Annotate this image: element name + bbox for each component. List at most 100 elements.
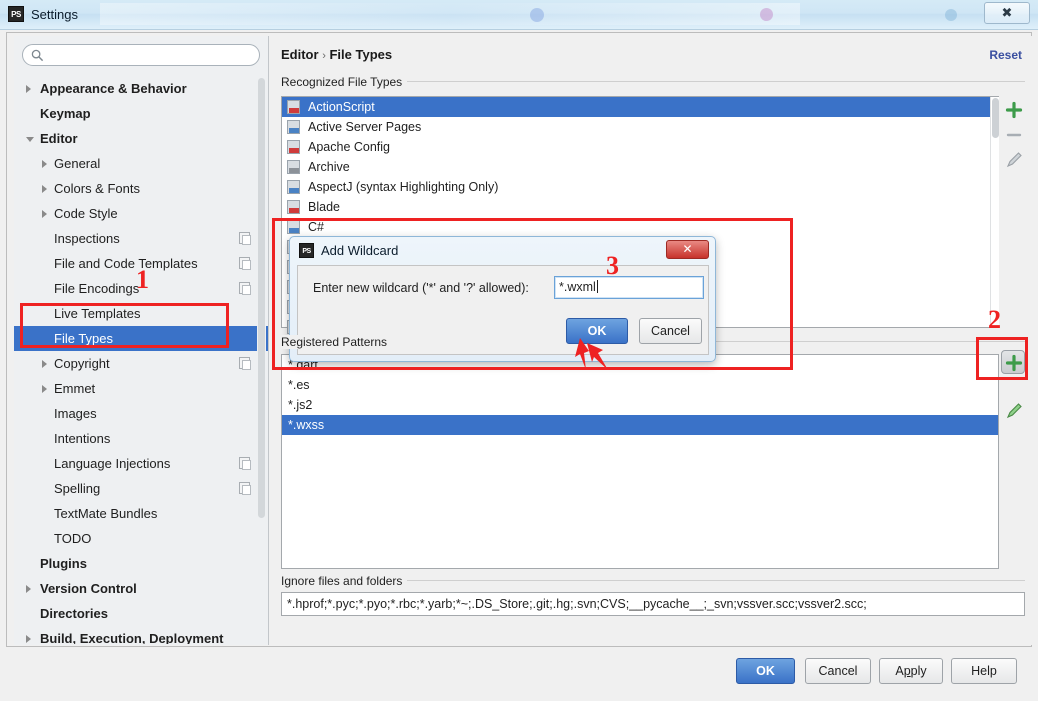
- apply-button[interactable]: Apply: [879, 658, 943, 684]
- cancel-button[interactable]: Cancel: [805, 658, 871, 684]
- sidebar-item-label: Keymap: [40, 106, 91, 121]
- edit-pattern-button[interactable]: [1002, 399, 1026, 423]
- section-divider: [400, 81, 1025, 82]
- pattern-row[interactable]: *.es: [282, 375, 998, 395]
- sidebar-item-keymap[interactable]: Keymap: [14, 101, 268, 126]
- ignore-files-input[interactable]: *.hprof;*.pyc;*.pyo;*.rbc;*.yarb;*~;.DS_…: [281, 592, 1025, 616]
- pattern-row[interactable]: *.js2: [282, 395, 998, 415]
- modal-cancel-button[interactable]: Cancel: [639, 318, 702, 344]
- sidebar-item-label: Language Injections: [54, 456, 171, 471]
- file-type-row[interactable]: Active Server Pages: [282, 117, 998, 137]
- chevron-right-icon[interactable]: [42, 385, 47, 393]
- registered-patterns-list[interactable]: *.dart *.es *.js2 *.wxss: [281, 354, 999, 569]
- sidebar-item-appearance-behavior[interactable]: Appearance & Behavior: [14, 76, 268, 101]
- chevron-right-icon[interactable]: [42, 185, 47, 193]
- sidebar-item-editor[interactable]: Editor: [14, 126, 268, 151]
- sidebar-item-directories[interactable]: Directories: [14, 601, 268, 626]
- apply-label-mnemonic: p: [903, 664, 911, 678]
- help-button[interactable]: Help: [951, 658, 1017, 684]
- file-type-name: Archive: [308, 160, 350, 174]
- modal-ok-button[interactable]: OK: [566, 318, 628, 344]
- settings-tree[interactable]: Appearance & Behavior Keymap Editor General…: [14, 76, 268, 644]
- copy-settings-icon[interactable]: [239, 257, 251, 270]
- sidebar-item-file-types[interactable]: File Types: [14, 326, 268, 351]
- sidebar-item-todo[interactable]: TODO: [14, 526, 268, 551]
- registered-patterns-label: Registered Patterns: [281, 335, 393, 349]
- sidebar-item-label: Images: [54, 406, 97, 421]
- sidebar-item-label: Intentions: [54, 431, 111, 446]
- search-input[interactable]: [22, 44, 260, 66]
- file-type-icon: [287, 160, 300, 174]
- window-close-button[interactable]: ✖: [984, 2, 1030, 24]
- sidebar-item-build-execution-deployment[interactable]: Build, Execution, Deployment: [14, 626, 268, 644]
- ok-button[interactable]: OK: [736, 658, 795, 684]
- copy-settings-icon[interactable]: [239, 482, 251, 495]
- modal-close-button[interactable]: ✕: [666, 240, 709, 259]
- ignore-files-label: Ignore files and folders: [281, 574, 408, 588]
- chevron-right-icon[interactable]: [26, 635, 31, 643]
- add-pattern-button[interactable]: [1001, 350, 1025, 374]
- sidebar-item-label: Colors & Fonts: [54, 181, 140, 196]
- pattern-name: *.js2: [288, 398, 313, 412]
- chevron-right-icon[interactable]: [42, 160, 47, 168]
- sidebar-item-label: TODO: [54, 531, 92, 546]
- file-type-icon: [287, 100, 300, 114]
- modal-titlebar: PS Add Wildcard ✕: [290, 237, 715, 263]
- copy-settings-icon[interactable]: [239, 357, 251, 370]
- pattern-name: *.wxss: [288, 418, 325, 432]
- file-type-row[interactable]: Apache Config: [282, 137, 998, 157]
- chevron-right-icon[interactable]: [42, 360, 47, 368]
- remove-file-type-button[interactable]: [1002, 123, 1026, 147]
- window-title: Settings: [31, 7, 78, 22]
- minus-icon: [1006, 133, 1022, 137]
- copy-settings-icon[interactable]: [239, 232, 251, 245]
- sidebar-item-copyright[interactable]: Copyright: [14, 351, 268, 376]
- sidebar-item-label: Version Control: [40, 581, 137, 596]
- file-type-row[interactable]: Blade: [282, 197, 998, 217]
- sidebar-item-images[interactable]: Images: [14, 401, 268, 426]
- sidebar-item-label: Spelling: [54, 481, 101, 496]
- sidebar-item-live-templates[interactable]: Live Templates: [14, 301, 268, 326]
- sidebar-item-spelling[interactable]: Spelling: [14, 476, 268, 501]
- sidebar-item-textmate-bundles[interactable]: TextMate Bundles: [14, 501, 268, 526]
- file-type-icon: [287, 180, 300, 194]
- file-type-row[interactable]: ActionScript: [282, 97, 998, 117]
- chevron-right-icon[interactable]: [42, 210, 47, 218]
- chevron-right-icon[interactable]: [26, 85, 31, 93]
- sidebar-scrollbar[interactable]: [257, 78, 266, 638]
- file-type-row[interactable]: AspectJ (syntax Highlighting Only): [282, 177, 998, 197]
- titlebar-blob: [760, 8, 773, 21]
- sidebar-item-emmet[interactable]: Emmet: [14, 376, 268, 401]
- sidebar-item-label: File Types: [54, 331, 114, 346]
- file-type-name: Active Server Pages: [308, 120, 422, 134]
- sidebar-item-general[interactable]: General: [14, 151, 268, 176]
- sidebar-item-intentions[interactable]: Intentions: [14, 426, 268, 451]
- titlebar-blob: [530, 8, 544, 22]
- copy-settings-icon[interactable]: [239, 282, 251, 295]
- wildcard-input[interactable]: *.wxml: [554, 276, 704, 299]
- modal-title: Add Wildcard: [321, 243, 399, 258]
- sidebar-item-code-style[interactable]: Code Style: [14, 201, 268, 226]
- pattern-row[interactable]: *.wxss: [282, 415, 998, 435]
- file-type-name: ActionScript: [308, 100, 375, 114]
- sidebar-item-label: Plugins: [40, 556, 87, 571]
- file-type-row[interactable]: C#: [282, 217, 998, 237]
- sidebar-item-colors-fonts[interactable]: Colors & Fonts: [14, 176, 268, 201]
- chevron-down-icon[interactable]: [26, 137, 34, 142]
- add-file-type-button[interactable]: [1002, 98, 1026, 122]
- text-caret: [596, 280, 598, 293]
- file-type-row[interactable]: Archive: [282, 157, 998, 177]
- sidebar-item-version-control[interactable]: Version Control: [14, 576, 268, 601]
- modal-app-icon: PS: [299, 243, 314, 258]
- edit-file-type-button[interactable]: [1002, 148, 1026, 172]
- copy-settings-icon[interactable]: [239, 457, 251, 470]
- sidebar-item-plugins[interactable]: Plugins: [14, 551, 268, 576]
- sidebar-item-language-injections[interactable]: Language Injections: [14, 451, 268, 476]
- reset-link[interactable]: Reset: [989, 48, 1022, 62]
- sidebar-item-inspections[interactable]: Inspections: [14, 226, 268, 251]
- chevron-right-icon[interactable]: [26, 585, 31, 593]
- breadcrumb-root[interactable]: Editor: [281, 47, 319, 62]
- file-type-name: Apache Config: [308, 140, 391, 154]
- settings-window: PS Settings ✖ Appearance & Behavior Keyma…: [0, 0, 1038, 701]
- file-types-scrollbar[interactable]: [990, 97, 999, 327]
